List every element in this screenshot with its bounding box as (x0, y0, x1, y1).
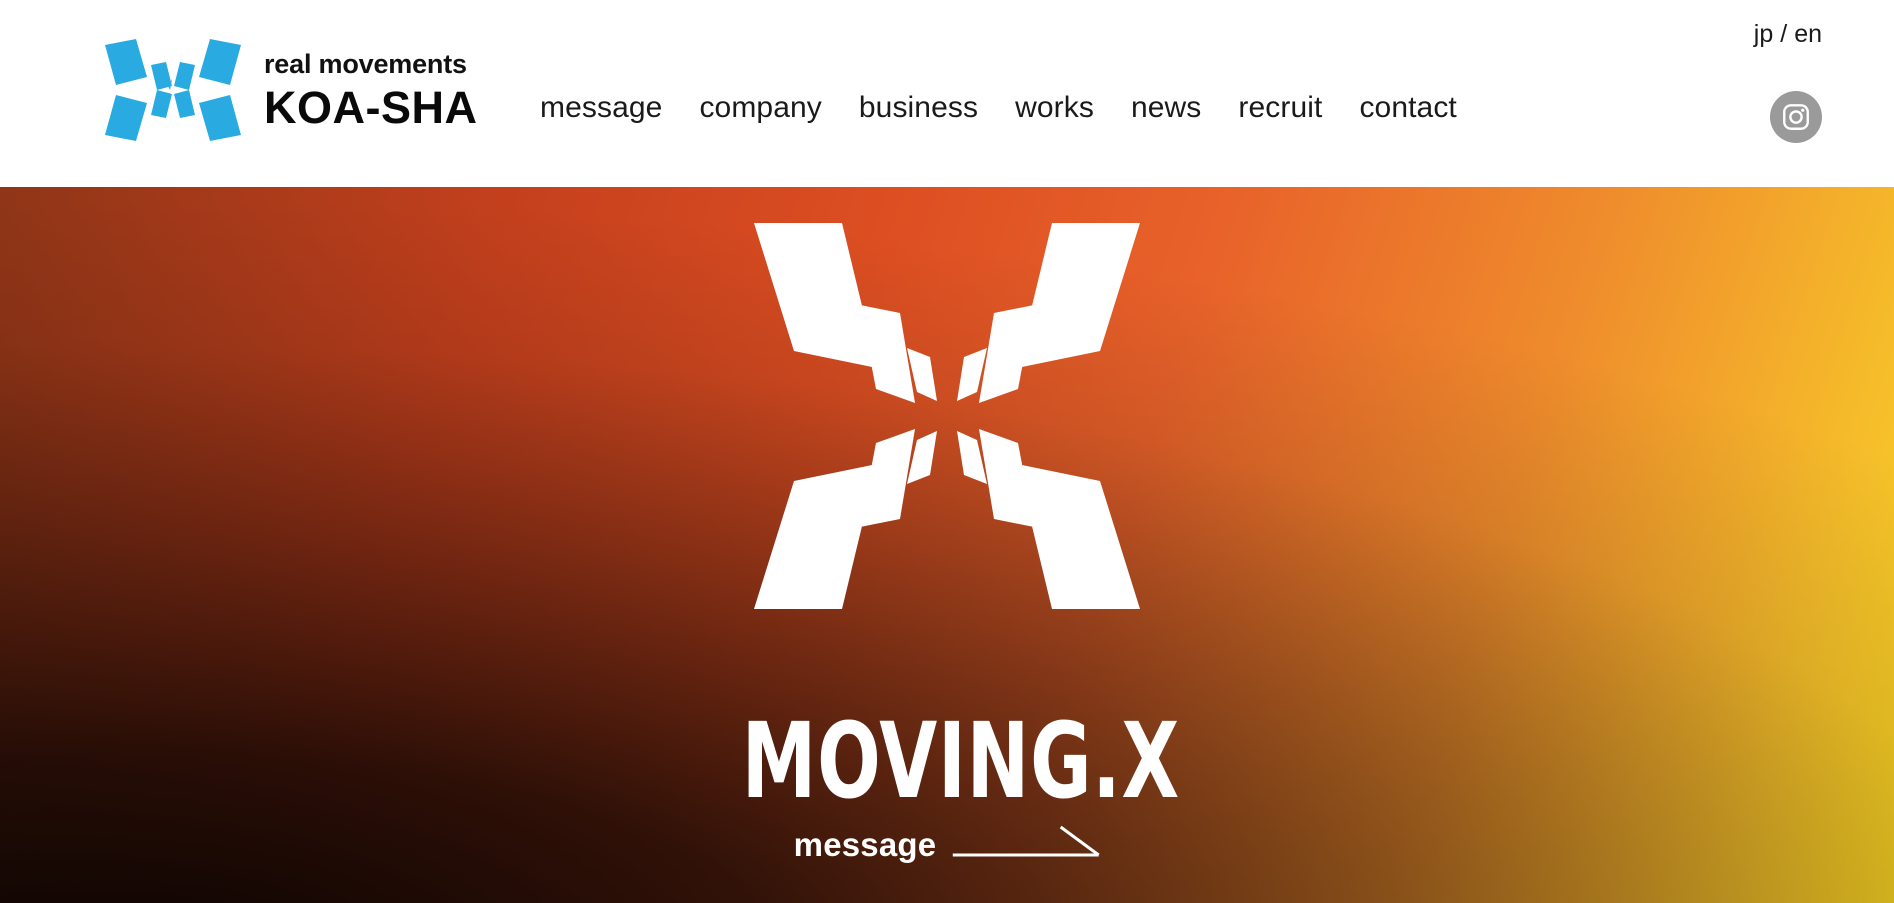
hero-message-cta[interactable]: message (794, 825, 1101, 865)
nav-item-works[interactable]: works (1015, 91, 1094, 125)
site-header: real movements KOA-SHA message company b… (0, 0, 1894, 187)
hero-content: MOVING.X message (687, 187, 1207, 903)
lang-option-en[interactable]: en (1794, 20, 1822, 49)
brand-logo-link[interactable]: real movements KOA-SHA (104, 38, 478, 142)
nav-item-message[interactable]: message (540, 91, 662, 125)
nav-item-news[interactable]: news (1131, 91, 1201, 125)
brand-tagline: real movements (264, 48, 467, 79)
instagram-icon (1783, 104, 1809, 130)
instagram-link[interactable] (1770, 91, 1822, 143)
hero-cta-label: message (793, 826, 937, 863)
nav-item-recruit[interactable]: recruit (1238, 91, 1322, 125)
nav-item-business[interactable]: business (859, 91, 978, 125)
brand-wordmark: real movements KOA-SHA (264, 48, 478, 133)
koasha-x-logo-icon (105, 39, 241, 141)
nav-item-company[interactable]: company (699, 91, 821, 125)
moving-x-logo-icon (754, 223, 1140, 609)
arrow-right-icon (952, 825, 1100, 857)
lang-separator: / (1780, 20, 1788, 48)
main-navigation: message company business works news recr… (540, 91, 1457, 125)
language-switcher: jp / en (1754, 20, 1822, 49)
brand-name: KOA-SHA (264, 81, 478, 133)
lang-option-jp[interactable]: jp (1754, 20, 1773, 49)
nav-item-contact[interactable]: contact (1359, 91, 1456, 125)
hero-section: MOVING.X message (0, 187, 1894, 903)
page-root: real movements KOA-SHA message company b… (0, 0, 1894, 903)
hero-title-text: MOVING.X (741, 699, 1181, 822)
hero-title: MOVING.X (687, 709, 1207, 813)
